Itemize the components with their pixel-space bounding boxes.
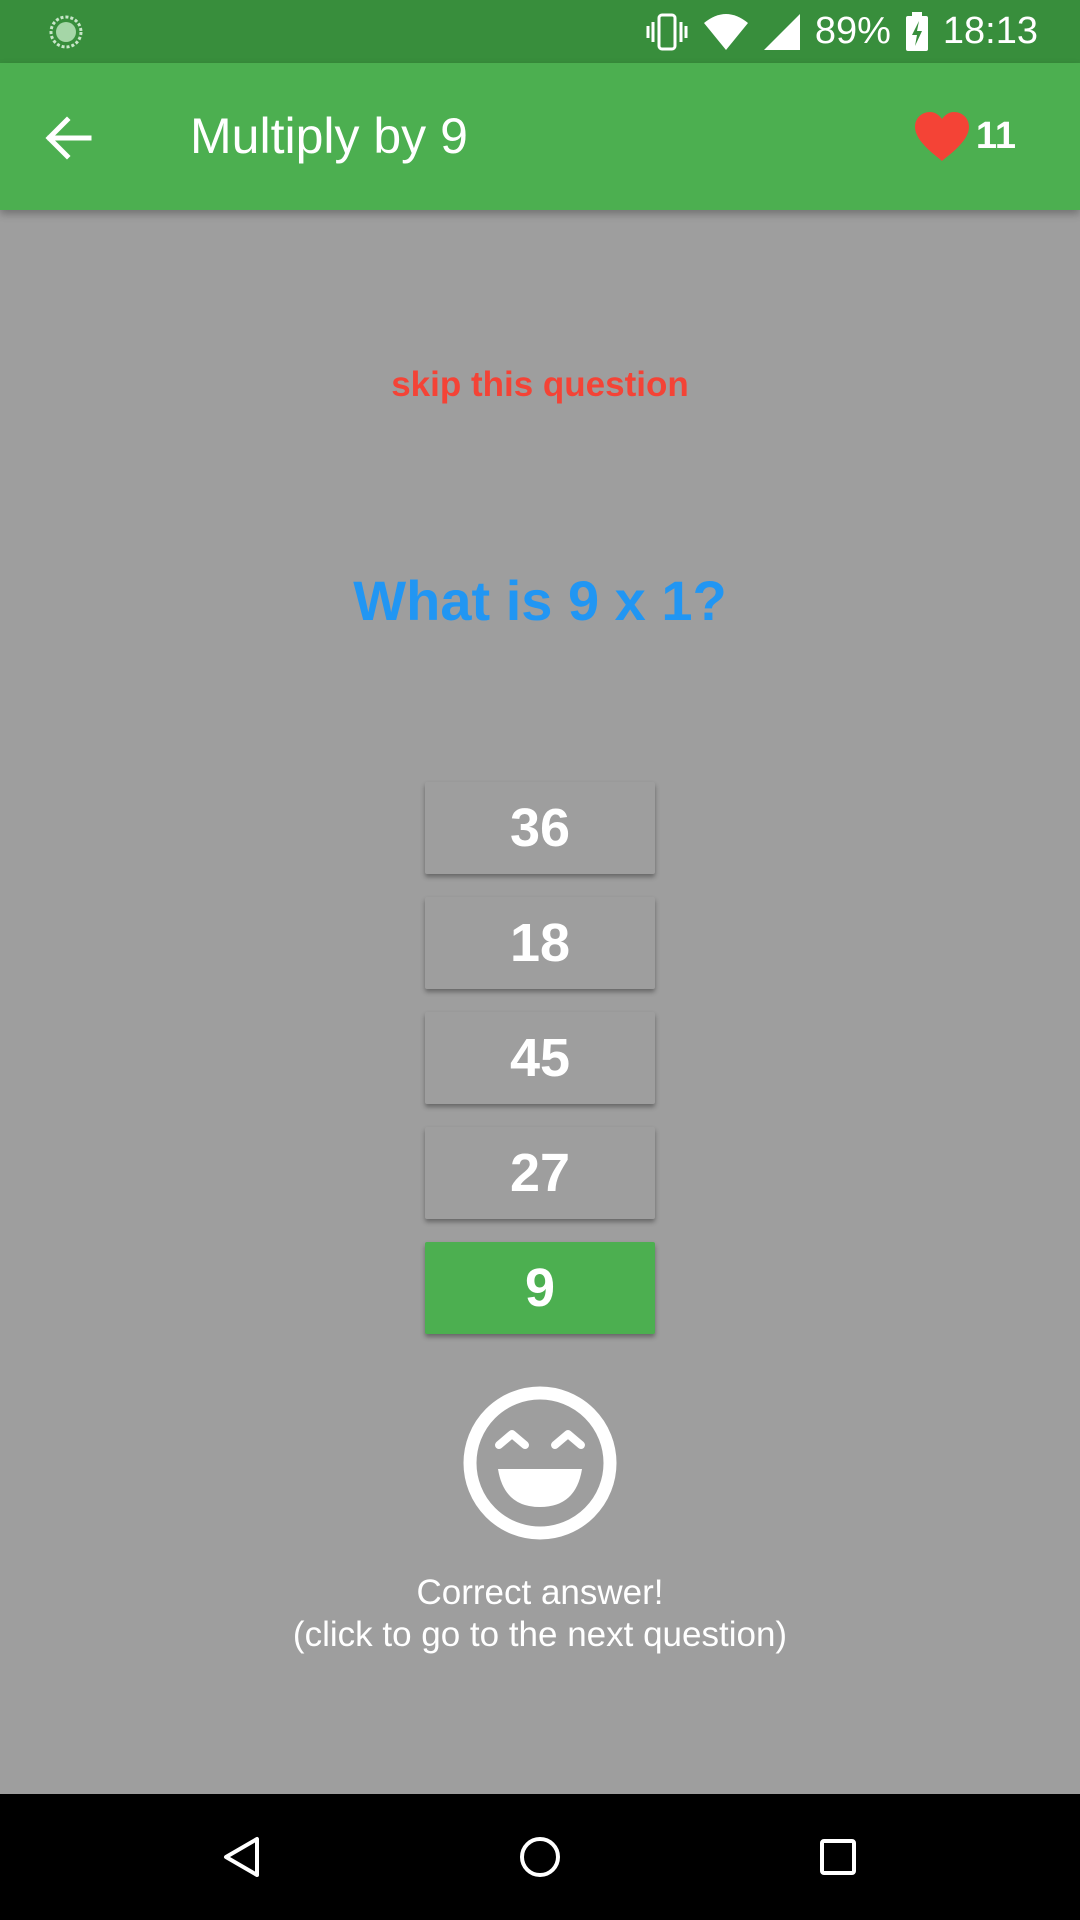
battery-charging-icon (905, 11, 928, 51)
question-text: What is 9 x 1? (353, 569, 727, 632)
loading-indicator-icon (49, 15, 83, 49)
arrow-left-icon (45, 116, 92, 160)
status-bar: 89% 18:13 (0, 0, 1080, 63)
clock: 18:13 (942, 10, 1038, 52)
answer-button-correct[interactable]: 9 (425, 1242, 655, 1334)
page-title: Multiply by 9 (190, 108, 468, 164)
nav-back-button[interactable] (208, 1824, 274, 1890)
skip-question-link[interactable]: skip this question (0, 365, 1080, 405)
triangle-back-icon (224, 1837, 259, 1877)
answer-button[interactable]: 27 (425, 1127, 655, 1219)
feedback-title: Correct answer! (416, 1573, 664, 1612)
wifi-icon (703, 13, 748, 50)
nav-home-button[interactable] (507, 1824, 573, 1890)
heart-icon (914, 111, 969, 161)
answer-button[interactable]: 18 (425, 897, 655, 989)
app-bar: Multiply by 9 11 (0, 63, 1080, 210)
square-recents-icon (820, 1839, 856, 1875)
answer-button[interactable]: 36 (425, 782, 655, 874)
back-button[interactable] (34, 103, 104, 173)
vibrate-icon (646, 13, 688, 50)
system-nav-bar (0, 1794, 1080, 1920)
nav-recents-button[interactable] (805, 1824, 871, 1890)
lives-counter: 11 (914, 63, 1016, 210)
answer-button[interactable]: 45 (425, 1012, 655, 1104)
battery-percent: 89% (814, 10, 891, 52)
feedback-hint: (click to go to the next question) (292, 1615, 788, 1654)
lives-count: 11 (975, 115, 1016, 157)
answer-list: 36 18 45 27 9 (425, 782, 655, 1357)
cell-signal-icon (763, 13, 800, 50)
grinning-face-icon (463, 1386, 617, 1540)
status-indicators: 89% 18:13 (645, 0, 1038, 63)
circle-home-icon (520, 1837, 560, 1877)
feedback-message[interactable]: Correct answer! (click to go to the next… (0, 1572, 1080, 1656)
